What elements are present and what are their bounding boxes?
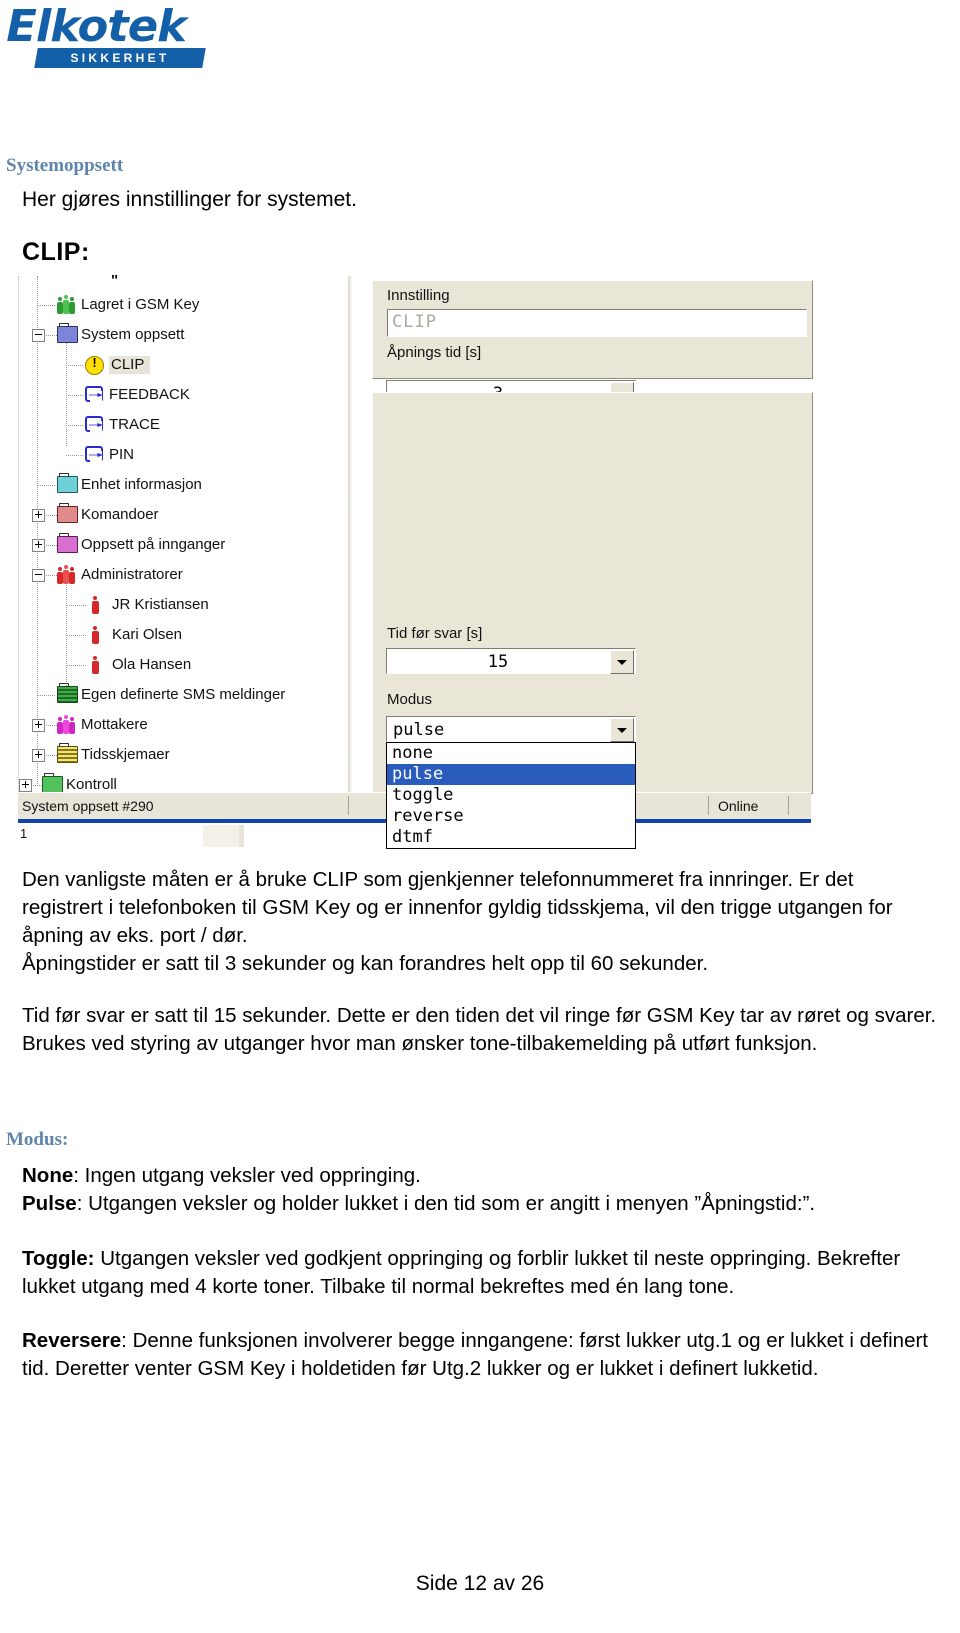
tree-item-ola-hansen[interactable]: Ola Hansen bbox=[19, 650, 349, 680]
chevron-down-icon[interactable] bbox=[610, 718, 634, 742]
people-magenta-icon bbox=[57, 715, 77, 734]
tidforsvar-value: 15 bbox=[487, 652, 509, 672]
modus-option-reverse[interactable]: reverse bbox=[387, 806, 635, 827]
tree-item-mottakere[interactable]: Mottakere bbox=[19, 710, 349, 740]
tree-item-label: Lagret i GSM Key bbox=[81, 296, 200, 313]
tree-item-label: Tidsskjemaer bbox=[81, 746, 170, 763]
folder-yellow-lines-icon bbox=[57, 743, 78, 764]
modus-option-dtmf[interactable]: dtmf bbox=[387, 827, 635, 848]
warning-icon bbox=[85, 355, 105, 375]
tree-item-administratorer[interactable]: Administratorer bbox=[19, 560, 349, 590]
modus-dropdown-list[interactable]: none pulse toggle reverse dtmf bbox=[386, 742, 636, 849]
paragraph-mode-pulse: Pulse: Utgangen veksler og holder lukket… bbox=[22, 1190, 940, 1218]
paragraph-apningstider: Åpningstider er satt til 3 sekunder og k… bbox=[22, 952, 709, 975]
folder-magenta-icon bbox=[57, 533, 78, 554]
page-footer: Side 12 av 26 bbox=[415, 1572, 545, 1595]
tree-item-feedback[interactable]: FEEDBACK bbox=[19, 380, 349, 410]
modus-option-none[interactable]: none bbox=[387, 743, 635, 764]
desc-pulse: : Utgangen veksler og holder lukket i de… bbox=[76, 1192, 816, 1215]
feedback-arrows-icon bbox=[85, 416, 105, 434]
tree-item-jr-kristiansen[interactable]: JR Kristiansen bbox=[19, 590, 349, 620]
logo-bar: SIKKERHET bbox=[34, 48, 206, 68]
innstilling-label: Innstilling bbox=[387, 287, 450, 304]
tidforsvar-dropdown[interactable]: 15 bbox=[386, 648, 636, 674]
tidforsvar-label: Tid før svar [s] bbox=[387, 625, 483, 642]
embedded-app-screenshot: " Lagret i GSM Key System oppsett ! CLIP… bbox=[18, 272, 813, 849]
logo-subtitle: SIKKERHET bbox=[70, 51, 170, 65]
modus-dropdown[interactable]: pulse bbox=[386, 716, 636, 742]
person-red-icon bbox=[89, 656, 109, 674]
tree-item-label: Mottakere bbox=[81, 716, 148, 733]
apningstid-label: Åpnings tid [s] bbox=[387, 344, 482, 361]
term-none: None bbox=[22, 1164, 74, 1187]
chevron-down-icon[interactable] bbox=[610, 650, 634, 674]
tree-item-label: System oppsett bbox=[81, 326, 185, 343]
term-toggle: Toggle: bbox=[22, 1247, 95, 1270]
modus-option-toggle[interactable]: toggle bbox=[387, 785, 635, 806]
feedback-arrows-icon bbox=[85, 386, 105, 404]
section-heading: Systemoppsett bbox=[6, 155, 124, 176]
paragraph-mode-reversere: Reversere: Denne funksjonen involverer b… bbox=[22, 1327, 940, 1383]
people-green-icon bbox=[57, 295, 77, 314]
tree-item-label: Egen definerte SMS meldinger bbox=[81, 686, 286, 703]
tree-item-label: Oppsett på innganger bbox=[81, 536, 226, 553]
settings-form-pane: Innstilling CLIP Åpnings tid [s] 3 Tid f… bbox=[354, 276, 813, 849]
status-current-node: System oppsett #290 bbox=[22, 798, 154, 814]
tree-item-egen-definerte-sms-meldinger[interactable]: Egen definerte SMS meldinger bbox=[19, 680, 349, 710]
tree-item-label: CLIP bbox=[109, 356, 151, 374]
desc-reversere: : Denne funksjonen involverer begge inng… bbox=[22, 1329, 928, 1380]
tree-item-label: Komandoer bbox=[81, 506, 159, 523]
paragraph-clip-description: Den vanligste måten er å bruke CLIP som … bbox=[22, 868, 893, 947]
tree-item-tidsskjemaer[interactable]: Tidsskjemaer bbox=[19, 740, 349, 770]
tree-item-lagret-i-gsm-key[interactable]: Lagret i GSM Key bbox=[19, 290, 349, 320]
innstilling-value: CLIP bbox=[392, 312, 437, 332]
innstilling-input[interactable]: CLIP bbox=[387, 309, 807, 337]
tree-item-label: TRACE bbox=[109, 416, 160, 433]
folder-green-lines-icon bbox=[57, 683, 78, 704]
person-red-icon bbox=[89, 626, 109, 644]
navigation-tree[interactable]: " Lagret i GSM Key System oppsett ! CLIP… bbox=[18, 272, 349, 793]
tree-item-system-oppsett[interactable]: System oppsett bbox=[19, 320, 349, 350]
tree-item-label: FEEDBACK bbox=[109, 386, 190, 403]
tree-item-label: Kari Olsen bbox=[112, 626, 183, 643]
modus-heading: Modus: bbox=[6, 1129, 69, 1150]
folder-cyan-icon bbox=[57, 473, 78, 494]
person-red-icon bbox=[89, 596, 109, 614]
tree-item-trace[interactable]: TRACE bbox=[19, 410, 349, 440]
desc-toggle: Utgangen veksler ved godkjent oppringing… bbox=[22, 1247, 901, 1298]
tree-item-clip[interactable]: CLIP bbox=[19, 350, 349, 380]
logo-wordmark: Elkotek bbox=[6, 1, 187, 52]
status-below-text: 1 bbox=[20, 826, 28, 841]
tree-item-enhet-informasjon[interactable]: Enhet informasjon bbox=[19, 470, 349, 500]
tree-item-pin[interactable]: PIN bbox=[19, 440, 349, 470]
modus-value: pulse bbox=[393, 720, 445, 740]
tree-item-label: Enhet informasjon bbox=[81, 476, 202, 493]
tree-item-label: PIN bbox=[109, 446, 135, 463]
tree-item-kari-olsen[interactable]: Kari Olsen bbox=[19, 620, 349, 650]
folder-blue-icon bbox=[57, 323, 78, 344]
desc-none: : Ingen utgang veksler ved oppringing. bbox=[73, 1164, 421, 1187]
tree-top-stub: " bbox=[111, 272, 119, 289]
term-pulse: Pulse bbox=[22, 1192, 77, 1215]
section-intro: Her gjøres innstillinger for systemet. bbox=[22, 188, 357, 211]
tree-item-label: JR Kristiansen bbox=[112, 596, 209, 613]
tree-item-komandoer[interactable]: Komandoer bbox=[19, 500, 349, 530]
people-red-icon bbox=[57, 565, 77, 584]
feedback-arrows-icon bbox=[85, 446, 105, 464]
paragraph-mode-none: None: Ingen utgang veksler ved oppringin… bbox=[22, 1162, 940, 1190]
tree-item-label: Administratorer bbox=[81, 566, 183, 583]
modus-option-pulse[interactable]: pulse bbox=[387, 764, 635, 785]
tree-item-label: Ola Hansen bbox=[112, 656, 192, 673]
term-reversere: Reversere bbox=[22, 1329, 122, 1352]
modus-label: Modus bbox=[387, 691, 433, 708]
clip-title: CLIP: bbox=[22, 238, 90, 266]
folder-red-icon bbox=[57, 503, 78, 524]
brand-logo: Elkotek SIKKERHET bbox=[6, 1, 208, 72]
settings-group-top: Innstilling CLIP Åpnings tid [s] bbox=[372, 280, 813, 379]
paragraph-mode-toggle: Toggle: Utgangen veksler ved godkjent op… bbox=[22, 1245, 940, 1301]
tree-pane-divider bbox=[348, 276, 352, 792]
tree-item-oppsett-pa-innganger[interactable]: Oppsett på innganger bbox=[19, 530, 349, 560]
paragraph-tid-for-svar: Tid før svar er satt til 15 sekunder. De… bbox=[22, 1004, 937, 1055]
status-badge: Online bbox=[718, 798, 759, 814]
